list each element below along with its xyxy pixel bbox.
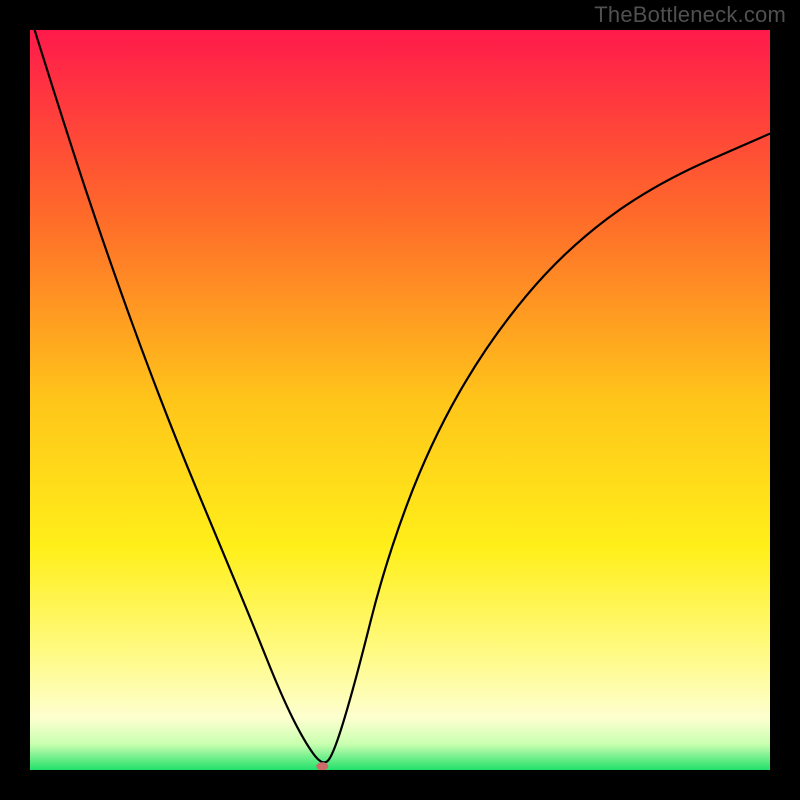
optimal-point-marker: [316, 762, 328, 770]
bottleneck-chart: [30, 30, 770, 770]
chart-background: [30, 30, 770, 770]
watermark-text: TheBottleneck.com: [594, 2, 786, 28]
chart-frame: TheBottleneck.com: [0, 0, 800, 800]
